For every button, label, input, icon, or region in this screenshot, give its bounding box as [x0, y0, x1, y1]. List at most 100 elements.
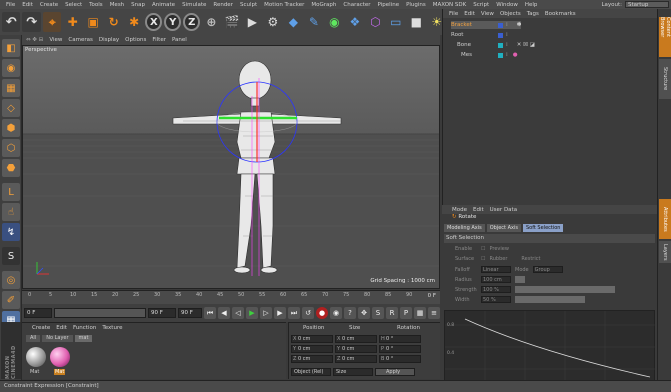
record-icon[interactable]: ● — [316, 307, 328, 319]
size-y-field[interactable]: Y0 cm — [335, 345, 377, 353]
current-frame-field[interactable]: 90 F — [178, 308, 202, 318]
menu-sculpt[interactable]: Sculpt — [240, 2, 257, 8]
menu-edit[interactable]: Edit — [22, 2, 33, 8]
end-frame-field[interactable]: 90 F — [148, 308, 176, 318]
object-row-root[interactable]: Root ⁞ — [451, 31, 508, 39]
object-menu-objects[interactable]: Objects — [500, 11, 521, 17]
position-y-field[interactable]: Y0 cm — [291, 345, 333, 353]
menu-file[interactable]: File — [6, 2, 15, 8]
material-menu-function[interactable]: Function — [73, 325, 96, 331]
visibility-icon[interactable]: ⁞ — [506, 52, 508, 58]
strength-field[interactable]: 100 % — [481, 286, 511, 293]
position-z-field[interactable]: Z0 cm — [291, 355, 333, 363]
visibility-icon[interactable]: ⁞ — [506, 22, 508, 28]
play-icon[interactable]: ▶ — [246, 307, 258, 319]
timeline-range-slider[interactable] — [54, 308, 146, 318]
render-view-icon[interactable]: ▶ — [243, 12, 261, 32]
keyframe-selection-icon[interactable]: ? — [344, 307, 356, 319]
size-x-field[interactable]: X0 cm — [335, 335, 377, 343]
tag-icon[interactable]: ● — [513, 52, 518, 58]
object-row-bracket[interactable]: Bracket ⁞ ✻ — [451, 21, 522, 29]
start-frame-field[interactable]: 0 F — [24, 308, 52, 318]
width-slider[interactable] — [515, 296, 585, 303]
menu-animate[interactable]: Animate — [152, 2, 175, 8]
render-settings-icon[interactable]: ⚙ — [264, 12, 282, 32]
viewport-menu-options[interactable]: Options — [125, 37, 146, 43]
timeline-ruler[interactable]: 0 5 10 15 20 25 30 35 40 45 50 55 60 65 70 75 80 85 90 0 F — [22, 290, 440, 304]
axis-mode-icon[interactable]: L — [2, 183, 20, 201]
points-mode-icon[interactable]: ⬢ — [2, 119, 20, 137]
menu-tools[interactable]: Tools — [89, 2, 103, 8]
menu-plugins[interactable]: Plugins — [406, 2, 426, 8]
object-row-mesh[interactable]: Mes ⁞ ● — [461, 51, 518, 59]
material-swatch-1[interactable] — [26, 347, 46, 367]
object-menu-edit[interactable]: Edit — [464, 11, 475, 17]
viewport-menu-filter[interactable]: Filter — [152, 37, 166, 43]
floor-icon[interactable]: ▭ — [387, 12, 405, 32]
pla-key-icon[interactable]: ▦ — [414, 307, 426, 319]
coord-apply-button[interactable]: Apply — [375, 368, 415, 376]
undo-icon[interactable]: ↶ — [2, 12, 21, 32]
live-select-icon[interactable]: ⌖ — [42, 12, 62, 32]
radius-slider[interactable] — [515, 276, 525, 283]
viewport-menu-panel[interactable]: Panel — [172, 37, 187, 43]
visibility-icon[interactable]: ⁞ — [506, 42, 508, 48]
coord-mode-select[interactable]: Object (Rel) — [291, 368, 331, 376]
render-region-icon[interactable]: 🎬 — [223, 12, 241, 32]
attribute-menu-edit[interactable]: Edit — [473, 207, 484, 213]
cube-icon[interactable]: ◆ — [284, 12, 302, 32]
edges-mode-icon[interactable]: ⬡ — [2, 139, 20, 157]
object-menu-tags[interactable]: Tags — [527, 11, 539, 17]
viewport-perspective[interactable]: Perspective Grid Spacing: 1000 cm — [22, 45, 440, 289]
y-axis-icon[interactable]: Y — [164, 13, 182, 31]
enable-snap-icon[interactable]: S — [2, 247, 20, 265]
object-row-bone[interactable]: Bone ⁞ ✕ ☒ ◪ — [457, 41, 535, 49]
make-editable-icon[interactable]: ◧ — [2, 39, 20, 57]
rotation-b-field[interactable]: B0 ° — [379, 355, 421, 363]
menu-render[interactable]: Render — [213, 2, 233, 8]
enable-checkbox[interactable]: ☐ — [481, 246, 485, 252]
width-field[interactable]: 50 % — [481, 296, 511, 303]
menu-window[interactable]: Window — [496, 2, 518, 8]
menu-snap[interactable]: Snap — [131, 2, 145, 8]
attribute-tab-soft-selection[interactable]: Soft Selection — [522, 224, 564, 232]
prev-key-icon[interactable]: ◀ — [218, 307, 230, 319]
menu-select[interactable]: Select — [65, 2, 82, 8]
scale-key-icon[interactable]: S — [372, 307, 384, 319]
object-menu-view[interactable]: View — [481, 11, 494, 17]
recent-tool-icon[interactable]: ✱ — [125, 12, 143, 32]
tweak-mode-icon[interactable]: ☝ — [2, 203, 20, 221]
coord-size-select[interactable]: Size — [333, 368, 373, 376]
model-mode-icon[interactable]: ◉ — [2, 59, 20, 77]
workplane-icon[interactable]: ◇ — [2, 99, 20, 117]
menu-character[interactable]: Character — [343, 2, 370, 8]
layout-selector[interactable]: Layout: Startup — [601, 1, 669, 8]
material-tab-no-layer[interactable]: No Layer — [42, 335, 73, 342]
rotate-icon[interactable]: ↻ — [104, 12, 122, 32]
tab-layers[interactable]: Layers — [659, 241, 671, 263]
position-x-field[interactable]: X0 cm — [291, 335, 333, 343]
deformer-icon[interactable]: ⬡ — [366, 12, 384, 32]
snap-icon[interactable]: ↯ — [2, 223, 20, 241]
surface-checkbox[interactable]: ☐ — [481, 256, 485, 262]
menu-script[interactable]: Script — [473, 2, 489, 8]
subdivision-icon[interactable]: ◉ — [325, 12, 343, 32]
attribute-menu-mode[interactable]: Mode — [452, 207, 467, 213]
timeline-window-icon[interactable]: ≡ — [428, 307, 440, 319]
radius-field[interactable]: 100 cm — [481, 276, 511, 283]
texture-mode-icon[interactable]: ▦ — [2, 79, 20, 97]
world-coordinate-icon[interactable]: ⊕ — [202, 12, 220, 32]
falloff-select[interactable]: Linear — [481, 266, 511, 273]
menu-simulate[interactable]: Simulate — [182, 2, 206, 8]
position-key-icon[interactable]: ✥ — [358, 307, 370, 319]
sculpt-icon[interactable]: ✐ — [2, 291, 20, 309]
tag-icon[interactable]: ✕ ☒ ◪ — [517, 42, 535, 48]
size-z-field[interactable]: Z0 cm — [335, 355, 377, 363]
next-key-icon[interactable]: ▶ — [274, 307, 286, 319]
viewport-menu-display[interactable]: Display — [99, 37, 119, 43]
menu-motion-tracker[interactable]: Motion Tracker — [264, 2, 304, 8]
polygons-mode-icon[interactable]: ⬣ — [2, 159, 20, 177]
menu-maxon-sdk[interactable]: MAXON SDK — [433, 2, 466, 8]
material-menu-texture[interactable]: Texture — [102, 325, 122, 331]
z-axis-icon[interactable]: Z — [183, 13, 201, 31]
